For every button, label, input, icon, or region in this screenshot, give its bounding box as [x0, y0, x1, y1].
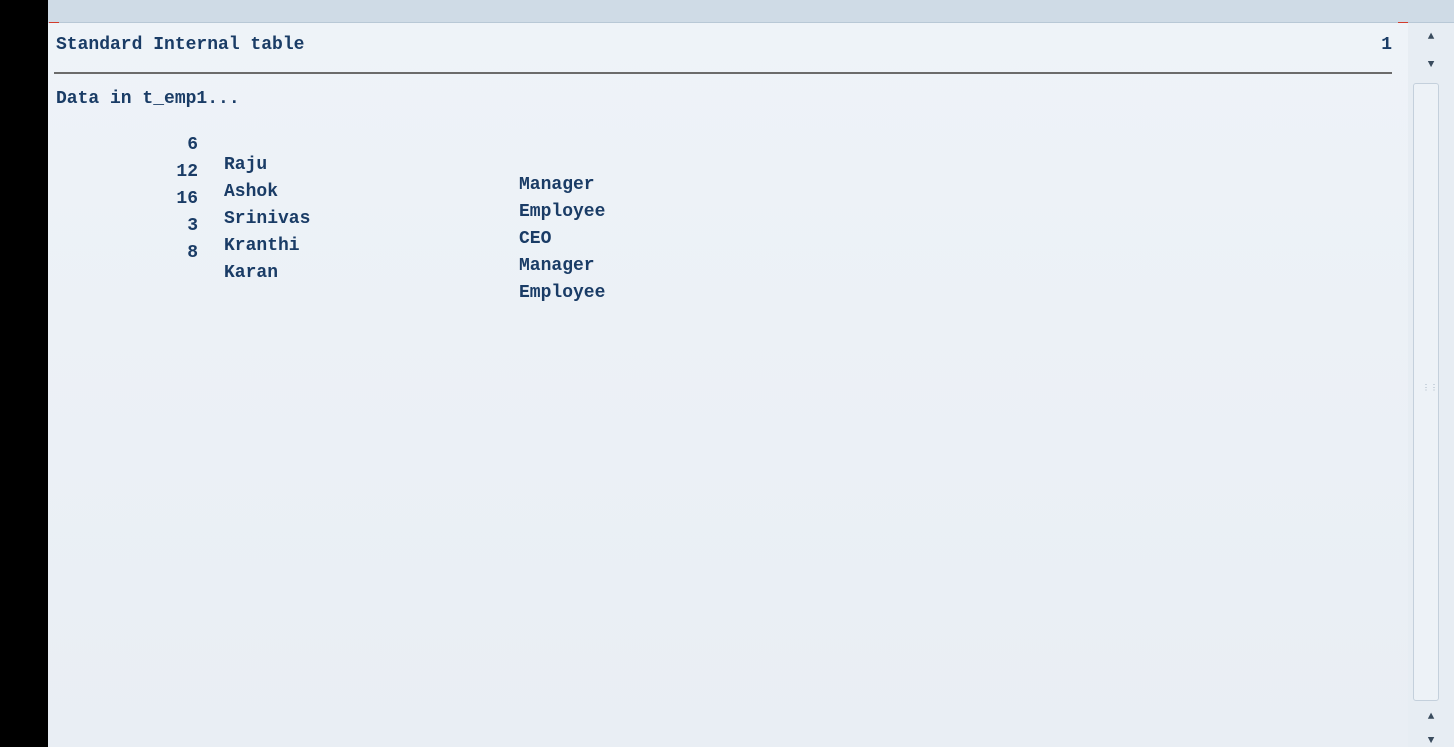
- report-title: Standard Internal table: [56, 35, 305, 55]
- scroll-up-icon[interactable]: ▲: [1424, 31, 1438, 43]
- toolbar-strip: [48, 0, 1454, 23]
- grip-icon: ⋮⋮: [1422, 384, 1438, 393]
- employee-name: Srinivas: [224, 209, 311, 229]
- employee-name: Raju: [224, 155, 268, 175]
- list-item[interactable]: 8 Karan Employee: [56, 223, 605, 303]
- list-item[interactable]: 6 Raju Manager: [56, 115, 594, 195]
- report-list: Standard Internal table 1 Data in t_emp1…: [48, 23, 1408, 747]
- employee-list: 6 Raju Manager 12 Ashok Employee 16 Srin…: [56, 115, 605, 303]
- employee-role: CEO: [519, 229, 552, 249]
- header-divider: [54, 72, 1392, 74]
- scroll-thumb[interactable]: ⋮⋮: [1413, 83, 1439, 701]
- employee-role: Manager: [519, 256, 595, 276]
- list-item[interactable]: 16 Srinivas CEO: [56, 169, 551, 249]
- employee-role: Employee: [519, 283, 606, 303]
- list-item[interactable]: 3 Kranthi Manager: [56, 196, 594, 276]
- scroll-down-icon[interactable]: ▼: [1424, 735, 1438, 747]
- list-item[interactable]: 12 Ashok Employee: [56, 142, 605, 222]
- report-header: Standard Internal table 1: [56, 35, 1392, 59]
- vertical-scrollbar[interactable]: ▲ ▼ ⋮⋮ ▲ ▼: [1408, 23, 1454, 747]
- intro-text: Data in t_emp1...: [56, 89, 240, 109]
- scroll-up-bottom-icon[interactable]: ▲: [1424, 711, 1438, 723]
- employee-name: Kranthi: [224, 236, 300, 256]
- employee-name: Karan: [224, 263, 279, 283]
- page-number: 1: [1381, 35, 1392, 55]
- employee-role: Employee: [519, 202, 606, 222]
- report-window: Standard Internal table 1 Data in t_emp1…: [48, 0, 1454, 747]
- employee-name: Ashok: [224, 182, 279, 202]
- page-down-icon[interactable]: ▼: [1424, 59, 1438, 71]
- employee-role: Manager: [519, 175, 595, 195]
- employee-id: 8: [187, 243, 198, 263]
